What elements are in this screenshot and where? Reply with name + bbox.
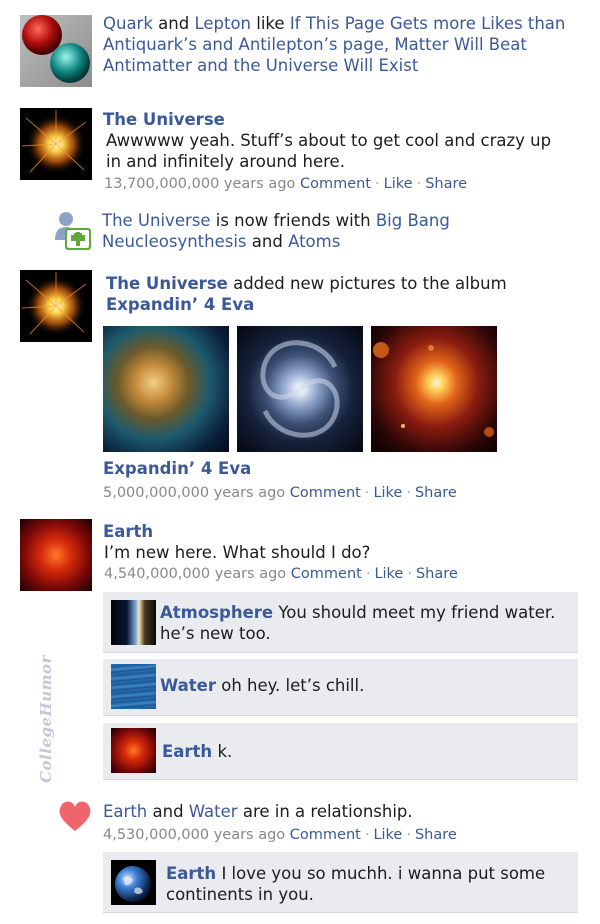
comment-water: Water oh hey. let’s chill. (103, 659, 578, 716)
album-photo-explosion[interactable] (371, 326, 497, 452)
planets-image (373, 342, 494, 437)
actor-lepton-link[interactable]: Lepton (194, 14, 251, 33)
rel-actor2-link[interactable]: Water (189, 802, 238, 821)
album-time[interactable]: 5,000,000,000 years ago (103, 485, 285, 501)
watermark: CollegeHumor (36, 655, 55, 783)
comment-body: oh hey. let’s chill. (221, 676, 365, 695)
rel-like-link[interactable]: Like (373, 827, 402, 843)
globe-image (115, 866, 151, 902)
big-bang-image (21, 272, 87, 336)
friends-actor-link[interactable]: The Universe (102, 211, 211, 230)
comment-author-earth-2[interactable]: Earth (166, 864, 216, 883)
comment-body: k. (217, 742, 233, 761)
rel-time[interactable]: 4,530,000,000 years ago (103, 827, 285, 843)
earth-globe-avatar[interactable] (111, 860, 156, 905)
quark-lepton-avatar[interactable] (20, 15, 92, 87)
comment-atmosphere: Atmosphere You should meet my friend wat… (103, 592, 578, 653)
rel-and: and (152, 802, 184, 821)
album-photo-nebula[interactable] (103, 326, 229, 452)
friends-text: is now friends with (215, 211, 371, 230)
particles-image (22, 15, 90, 83)
like-link[interactable]: Like (384, 176, 413, 192)
big-bang-image (21, 110, 87, 174)
album-story-text: added new pictures to the album (233, 274, 507, 293)
earth-comment-avatar[interactable] (111, 728, 156, 773)
earth-time[interactable]: 4,540,000,000 years ago (104, 566, 286, 582)
comment-text: Earth k. (162, 741, 572, 762)
comment-author-atmosphere[interactable]: Atmosphere (160, 603, 273, 622)
friends-and: and (251, 232, 283, 251)
comment-earth-love: Earth I love you so muchh. i wanna put s… (103, 852, 578, 913)
earth-like-link[interactable]: Like (374, 566, 403, 582)
comment-link[interactable]: Comment (300, 176, 371, 192)
album-comment-link[interactable]: Comment (290, 485, 361, 501)
earth-avatar[interactable] (20, 519, 92, 591)
post-meta: 13,700,000,000 years ago Comment · Like · Sh… (104, 176, 468, 192)
rel-actor1-link[interactable]: Earth (103, 802, 147, 821)
comment-body: I love you so muchh. i wanna put some co… (166, 864, 546, 904)
universe-avatar[interactable] (20, 108, 92, 180)
comment-earth: Earth k. (103, 723, 578, 780)
earth-comment-link[interactable]: Comment (291, 566, 362, 582)
earth-meta: 4,540,000,000 years ago Comment · Like · Sha… (104, 566, 458, 582)
rel-text: are in a relationship. (242, 802, 413, 821)
like-verb: like (256, 14, 285, 33)
album-link[interactable]: Expandin’ 4 Eva (106, 295, 254, 314)
album-like-link[interactable]: Like (373, 485, 402, 501)
post-author-universe[interactable]: The Universe (103, 109, 225, 130)
album-share-link[interactable]: Share (415, 485, 457, 501)
album-author-link[interactable]: The Universe (106, 274, 228, 293)
album-meta: 5,000,000,000 years ago Comment · Like · Sha… (103, 485, 457, 501)
heart-icon (57, 798, 93, 834)
rel-comment-link[interactable]: Comment (290, 827, 361, 843)
earth-author[interactable]: Earth (103, 521, 153, 542)
friend-link-2[interactable]: Atoms (288, 232, 340, 251)
album-photo-galaxy[interactable] (237, 326, 363, 452)
post-quark-lepton: Quark and Lepton like If This Page Gets … (103, 13, 573, 76)
friends-story: The Universe is now friends with Big Ban… (102, 210, 522, 252)
and-text: and (158, 14, 190, 33)
earth-body: I’m new here. What should I do? (104, 543, 371, 562)
album-title[interactable]: Expandin’ 4 Eva (103, 458, 251, 479)
rel-meta: 4,530,000,000 years ago Comment · Like · Sha… (103, 827, 457, 843)
earth-share-link[interactable]: Share (416, 566, 458, 582)
spiral-arms (260, 340, 340, 438)
post-time[interactable]: 13,700,000,000 years ago (104, 176, 295, 192)
comment-text: Water oh hey. let’s chill. (160, 675, 570, 696)
atmosphere-avatar[interactable] (111, 600, 156, 645)
album-story: The Universe added new pictures to the a… (106, 273, 566, 315)
actor-quark-link[interactable]: Quark (103, 14, 153, 33)
comment-text: Earth I love you so muchh. i wanna put s… (166, 863, 566, 905)
rel-share-link[interactable]: Share (415, 827, 457, 843)
friends-icon (52, 210, 94, 252)
share-link[interactable]: Share (425, 176, 467, 192)
comment-author-earth[interactable]: Earth (162, 742, 212, 761)
water-avatar[interactable] (111, 664, 156, 709)
comment-author-water[interactable]: Water (160, 676, 216, 695)
comment-text: Atmosphere You should meet my friend wat… (160, 602, 570, 644)
relationship-story: Earth and Water are in a relationship. (103, 801, 413, 822)
post-body: Awwwww yeah. Stuff’s about to get cool a… (106, 131, 552, 171)
universe-avatar-2[interactable] (20, 270, 92, 342)
